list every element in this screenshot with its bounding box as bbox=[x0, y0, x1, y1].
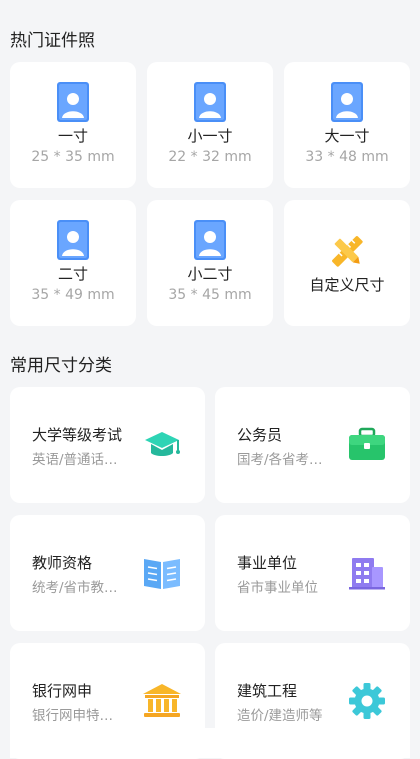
photo-size-card-1cun[interactable]: 一寸 25 * 35 mm bbox=[10, 62, 136, 188]
photo-size-name: 一寸 bbox=[57, 127, 88, 145]
photo-size-name: 小二寸 bbox=[187, 265, 233, 283]
bank-icon bbox=[143, 684, 181, 717]
next-row-card-edge bbox=[10, 728, 410, 758]
photo-size-card-large-1cun[interactable]: 大一寸 33 * 48 mm bbox=[284, 62, 410, 188]
category-card-public-institution[interactable]: 事业单位 省市事业单位 bbox=[215, 515, 410, 631]
portrait-icon bbox=[194, 82, 226, 122]
portrait-icon bbox=[57, 220, 89, 260]
categories-section-title: 常用尺寸分类 bbox=[10, 356, 112, 376]
photo-size-dimensions: 35 * 49 mm bbox=[31, 287, 115, 303]
portrait-icon bbox=[57, 82, 89, 122]
category-subtitle: 银行网申特… bbox=[32, 708, 113, 724]
category-card-teacher-cert[interactable]: 教师资格 统考/省市教… bbox=[10, 515, 205, 631]
category-subtitle: 省市事业单位 bbox=[237, 580, 318, 596]
category-subtitle: 英语/普通话… bbox=[32, 452, 118, 468]
briefcase-icon bbox=[349, 427, 385, 460]
hot-section-title: 热门证件照 bbox=[10, 31, 95, 51]
photo-size-dimensions: 33 * 48 mm bbox=[305, 149, 389, 165]
graduation-cap-icon bbox=[145, 432, 180, 456]
category-card-college-exam[interactable]: 大学等级考试 英语/普通话… bbox=[10, 387, 205, 503]
category-title: 银行网申 bbox=[32, 682, 93, 700]
category-title: 事业单位 bbox=[237, 554, 298, 572]
portrait-icon bbox=[331, 82, 363, 122]
gear-icon bbox=[349, 683, 385, 719]
open-book-icon bbox=[144, 559, 180, 589]
category-subtitle: 统考/省市教… bbox=[32, 580, 118, 596]
category-subtitle: 国考/各省考… bbox=[237, 452, 323, 468]
custom-size-card[interactable]: 自定义尺寸 bbox=[284, 200, 410, 326]
photo-size-card-2cun[interactable]: 二寸 35 * 49 mm bbox=[10, 200, 136, 326]
office-building-icon bbox=[349, 558, 385, 590]
photo-size-card-small-2cun[interactable]: 小二寸 35 * 45 mm bbox=[147, 200, 273, 326]
portrait-icon bbox=[194, 220, 226, 260]
category-subtitle: 造价/建造师等 bbox=[237, 708, 323, 724]
photo-size-name: 二寸 bbox=[57, 265, 88, 283]
photo-size-name: 大一寸 bbox=[324, 127, 370, 145]
category-title: 教师资格 bbox=[32, 554, 93, 572]
photo-size-dimensions: 25 * 35 mm bbox=[31, 149, 115, 165]
photo-size-dimensions: 35 * 45 mm bbox=[168, 287, 252, 303]
ruler-pencil-icon bbox=[332, 236, 363, 267]
category-title: 大学等级考试 bbox=[32, 426, 123, 444]
custom-size-name: 自定义尺寸 bbox=[309, 276, 385, 294]
photo-size-name: 小一寸 bbox=[187, 127, 233, 145]
category-card-civil-servant[interactable]: 公务员 国考/各省考… bbox=[215, 387, 410, 503]
category-title: 公务员 bbox=[237, 426, 283, 444]
photo-size-dimensions: 22 * 32 mm bbox=[168, 149, 252, 165]
photo-size-card-small-1cun[interactable]: 小一寸 22 * 32 mm bbox=[147, 62, 273, 188]
category-title: 建筑工程 bbox=[237, 682, 298, 700]
